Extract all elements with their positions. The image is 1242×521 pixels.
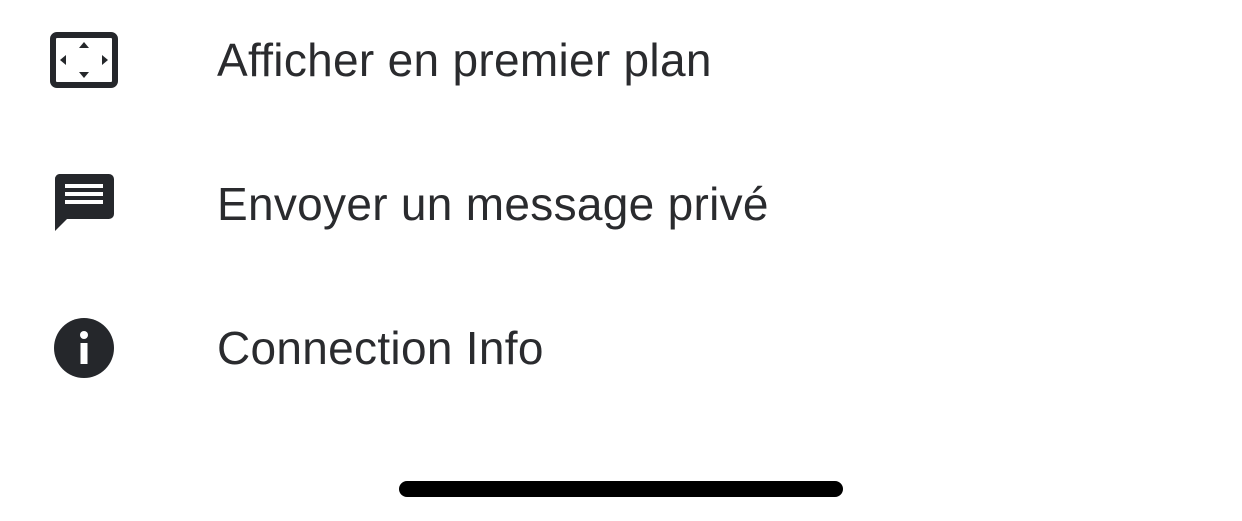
menu-item-private-message[interactable]: Envoyer un message privé xyxy=(0,144,1242,264)
menu-item-connection-info[interactable]: Connection Info xyxy=(0,288,1242,408)
menu-item-label: Afficher en premier plan xyxy=(217,34,712,86)
menu-item-bring-to-front[interactable]: Afficher en premier plan xyxy=(0,0,1242,120)
fullscreen-icon xyxy=(48,24,120,96)
info-icon xyxy=(48,312,120,384)
home-indicator[interactable] xyxy=(399,481,843,497)
menu-item-label: Connection Info xyxy=(217,322,544,374)
menu-item-label: Envoyer un message privé xyxy=(217,178,769,230)
message-icon xyxy=(48,168,120,240)
